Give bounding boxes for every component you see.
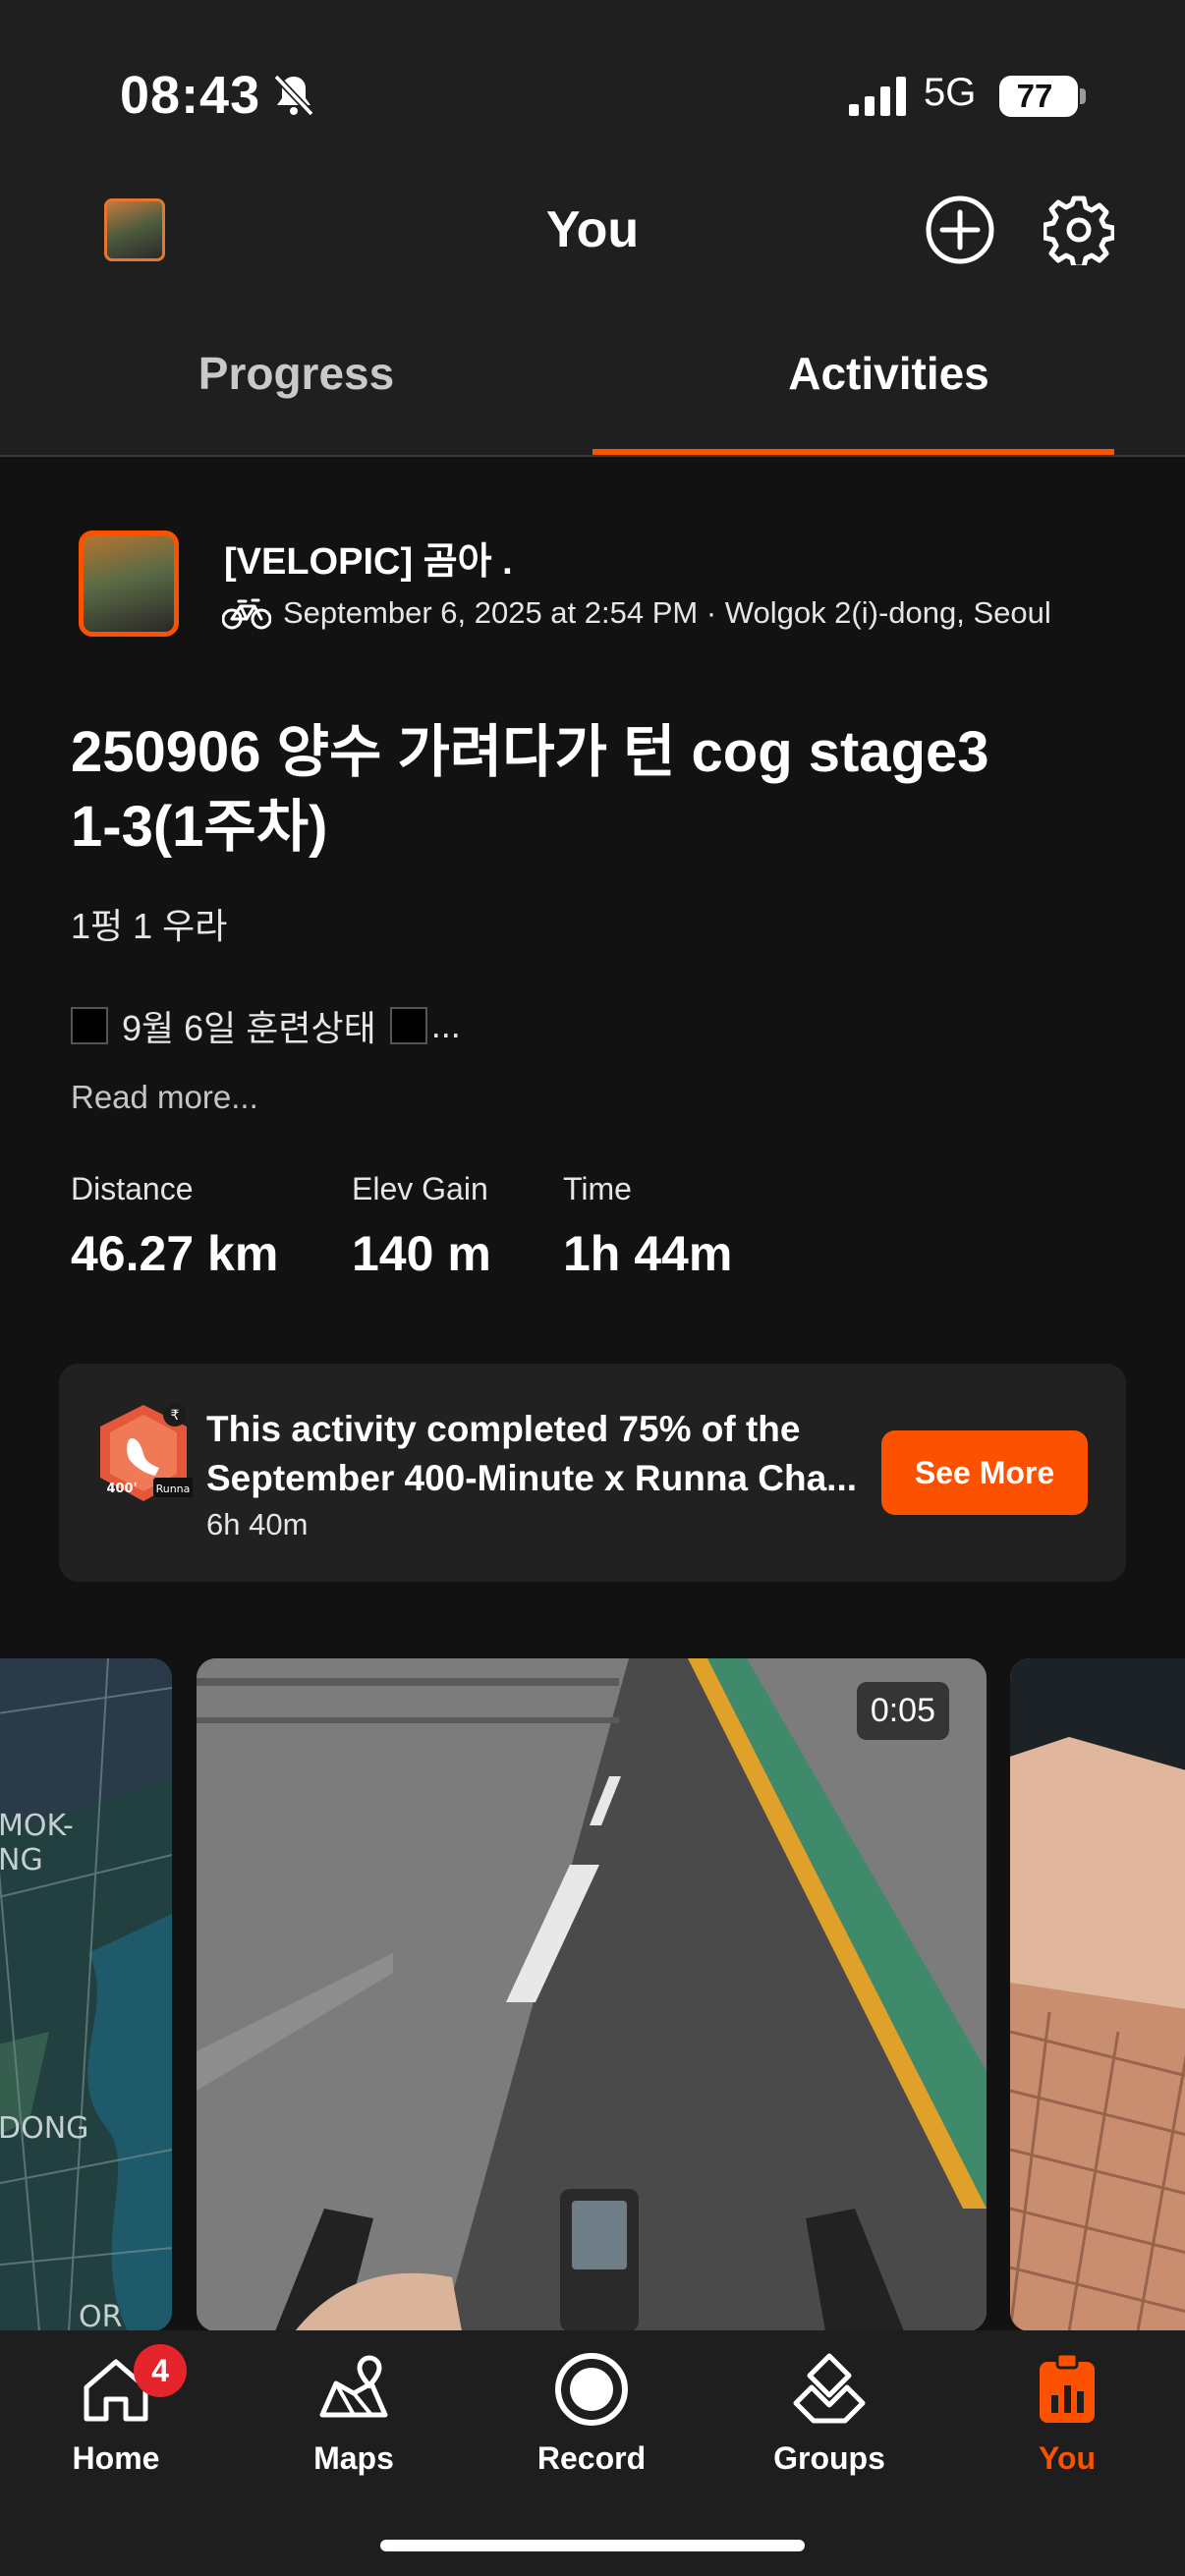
badge-text: 400' (106, 1482, 137, 1496)
add-icon[interactable] (925, 195, 995, 265)
activity-title[interactable]: 250906 양수 가려다가 턴 cog stage3 1-3(1주차) (71, 715, 1053, 865)
nav-record[interactable]: Record (493, 2350, 690, 2477)
photo-graphic (1010, 1658, 1185, 2331)
maps-icon (319, 2355, 388, 2418)
read-more-link[interactable]: Read more... (71, 1079, 258, 1116)
home-notification-badge: 4 (134, 2344, 187, 2397)
nav-label: Home (72, 2440, 160, 2476)
description-text: 9월 6일 훈련상태 (122, 1008, 376, 1048)
video-thumbnail[interactable]: 0:05 (197, 1658, 987, 2331)
see-more-button[interactable]: See More (881, 1430, 1088, 1515)
groups-icon (793, 2353, 866, 2424)
status-time: 08:43 (120, 66, 261, 125)
tab-activities[interactable]: Activities (592, 344, 1185, 452)
tab-divider (0, 455, 1185, 457)
activity-meta: September 6, 2025 at 2:54 PM · Wolgok 2(… (283, 595, 1051, 630)
activity-description-line1: 1펑 1 우라 (71, 906, 228, 946)
map-label: NG (0, 1843, 43, 1877)
top-bar: 08:43 5G 77 You Progress Activities (0, 0, 1185, 457)
photo-thumbnail[interactable] (1010, 1658, 1185, 2331)
stat-value: 1h 44m (563, 1226, 733, 1281)
bell-muted-icon (273, 74, 314, 117)
home-indicator (380, 2540, 805, 2551)
activity-description-line2: 9월 6일 훈련상태 ... (71, 1000, 461, 1051)
svg-text:₹: ₹ (171, 1408, 180, 1424)
video-frame-graphic (197, 1658, 987, 2331)
route-map-thumbnail[interactable]: MOK- NG DONG OR (0, 1658, 172, 2331)
nav-label: Maps (313, 2440, 394, 2476)
badge-brand: Runna (156, 1483, 191, 1495)
nav-groups[interactable]: Groups (731, 2350, 928, 2477)
description-ellipsis: ... (430, 1005, 461, 1045)
map-label: DONG (0, 2111, 88, 2146)
stat-distance: Distance 46.27 km (71, 1171, 278, 1282)
nav-label: Groups (773, 2440, 885, 2476)
signal-icon (849, 77, 906, 116)
nav-label: Record (536, 2440, 647, 2476)
nav-maps[interactable]: Maps (255, 2350, 452, 2477)
map-label: OR (79, 2300, 122, 2331)
tab-progress[interactable]: Progress (0, 344, 592, 452)
page-title: You (545, 201, 640, 258)
bike-icon (222, 598, 271, 630)
challenge-line2: September 400-Minute x Runna Cha... (206, 1458, 858, 1498)
stat-elev-gain: Elev Gain 140 m (352, 1171, 491, 1282)
network-type: 5G (924, 71, 977, 114)
map-graphic: MOK- NG DONG OR (0, 1658, 172, 2331)
stat-time: Time 1h 44m (563, 1171, 732, 1282)
athlete-name[interactable]: [VELOPIC] 곰아 . (224, 531, 513, 585)
video-duration: 0:05 (856, 1682, 949, 1740)
nav-you[interactable]: You (969, 2350, 1165, 2477)
challenge-text: This activity completed 75% of the Septe… (206, 1405, 875, 1503)
challenge-line1: This activity completed 75% of the (206, 1409, 801, 1449)
you-icon (1040, 2352, 1095, 2423)
black-square-icon (389, 1007, 427, 1044)
stat-label: Elev Gain (352, 1171, 488, 1206)
challenge-subtext: 6h 40m (206, 1507, 309, 1541)
challenge-card[interactable]: ₹ Runna 400' This activity completed 75%… (59, 1364, 1126, 1582)
map-label: MOK- (0, 1809, 74, 1843)
record-icon (555, 2353, 628, 2426)
challenge-badge-icon: ₹ Runna 400' (100, 1403, 193, 1501)
stat-value: 140 m (352, 1226, 491, 1281)
nav-label: You (1038, 2440, 1097, 2476)
battery-icon: 77 (999, 76, 1086, 117)
stat-label: Time (563, 1171, 632, 1206)
black-square-icon (71, 1007, 108, 1044)
stat-value: 46.27 km (71, 1226, 279, 1281)
athlete-avatar[interactable] (79, 531, 179, 637)
status-bar: 08:43 5G 77 (0, 0, 1185, 196)
stat-label: Distance (71, 1171, 194, 1206)
gear-icon[interactable] (1044, 195, 1114, 265)
nav-home[interactable]: 4 Home (18, 2344, 214, 2477)
